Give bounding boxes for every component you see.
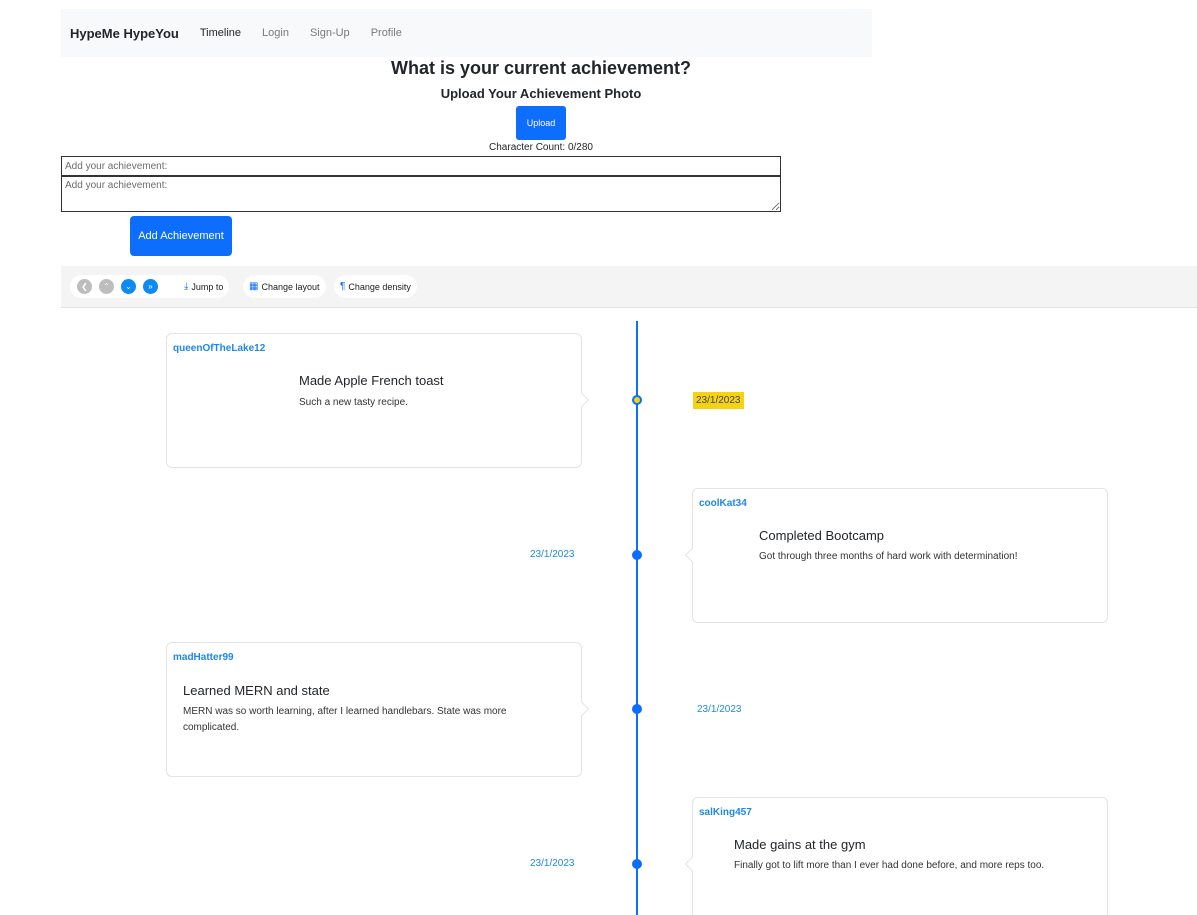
brand-logo[interactable]: HypeMe HypeYou — [70, 26, 179, 41]
card-description: Such a new tasty recipe. — [299, 397, 408, 408]
paragraph-icon: ¶ — [340, 281, 346, 292]
nav-link-timeline[interactable]: Timeline — [200, 27, 241, 39]
timeline-card[interactable]: coolKat34 Completed Bootcamp Got through… — [684, 488, 1108, 623]
timeline-dot[interactable] — [632, 859, 642, 869]
card-title: Made Apple French toast — [299, 373, 444, 388]
card-pointer — [574, 392, 590, 408]
next-icon[interactable]: ⌄ — [121, 279, 136, 294]
page-title: What is your current achievement? — [390, 58, 692, 78]
change-layout-button[interactable]: ▦ Change layout — [243, 275, 326, 298]
navbar: HypeMe HypeYou Timeline Login Sign-Up Pr… — [61, 9, 872, 57]
change-density-button[interactable]: ¶ Change density — [334, 275, 417, 298]
jump-to-label: Jump to — [191, 281, 224, 292]
timeline-card[interactable]: salKing457 Made gains at the gym Finally… — [684, 797, 1108, 915]
card-description: Finally got to lift more than I ever had… — [734, 860, 1045, 871]
timeline-toolbar: ❮︎ ⌃ ⌄ » ⤓ Jump to ▦ Change layout ¶ Cha… — [61, 266, 1197, 308]
change-density-label: Change density — [348, 281, 411, 292]
timeline-line — [636, 321, 638, 915]
jump-to-button[interactable]: ⤓ Jump to — [178, 275, 230, 298]
card-title: Learned MERN and state — [183, 683, 330, 698]
change-layout-label: Change layout — [261, 281, 320, 292]
card-username[interactable]: salKing457 — [699, 807, 752, 818]
previous-icon[interactable]: ⌃ — [99, 279, 114, 294]
card-username[interactable]: queenOfTheLake12 — [173, 343, 265, 354]
card-description: MERN was so worth learning, after I lear… — [183, 706, 507, 733]
timeline-dot[interactable] — [632, 550, 642, 560]
nav-link-profile[interactable]: Profile — [371, 27, 402, 39]
card-title: Completed Bootcamp — [759, 528, 885, 543]
card-username[interactable]: coolKat34 — [699, 498, 747, 509]
jump-first-icon[interactable]: ❮︎ — [77, 279, 92, 294]
card-title: Made gains at the gym — [734, 837, 866, 852]
download-arrow-icon: ⤓ — [184, 281, 189, 292]
card-description: Got through three months of hard work wi… — [759, 551, 1018, 562]
card-pointer — [684, 547, 700, 563]
layout-icon: ▦ — [249, 281, 259, 292]
timeline-card[interactable]: madHatter99 Learned MERN and state MERN … — [166, 642, 590, 777]
achievement-input[interactable] — [61, 156, 781, 176]
nav-link-signup[interactable]: Sign-Up — [310, 27, 350, 39]
timeline-date[interactable]: 23/1/2023 — [530, 549, 575, 560]
card-pointer — [684, 856, 700, 872]
card-pointer — [574, 701, 590, 717]
character-count: Character Count: 0/280 — [489, 142, 593, 153]
achievement-textarea[interactable] — [61, 176, 781, 212]
upload-heading: Upload Your Achievement Photo — [440, 86, 642, 101]
timeline-date[interactable]: 23/1/2023 — [693, 392, 744, 409]
timeline-date[interactable]: 23/1/2023 — [697, 704, 742, 715]
upload-button[interactable]: Upload — [516, 106, 566, 140]
timeline-dot[interactable] — [632, 704, 642, 714]
add-achievement-button[interactable]: Add Achievement — [130, 216, 232, 256]
card-username[interactable]: madHatter99 — [173, 652, 234, 663]
nav-link-login[interactable]: Login — [262, 27, 289, 39]
jump-last-icon[interactable]: » — [143, 279, 158, 294]
timeline-dot[interactable] — [632, 395, 642, 405]
timeline-date[interactable]: 23/1/2023 — [530, 858, 575, 869]
timeline-card[interactable]: queenOfTheLake12 Made Apple French toast… — [166, 333, 590, 468]
